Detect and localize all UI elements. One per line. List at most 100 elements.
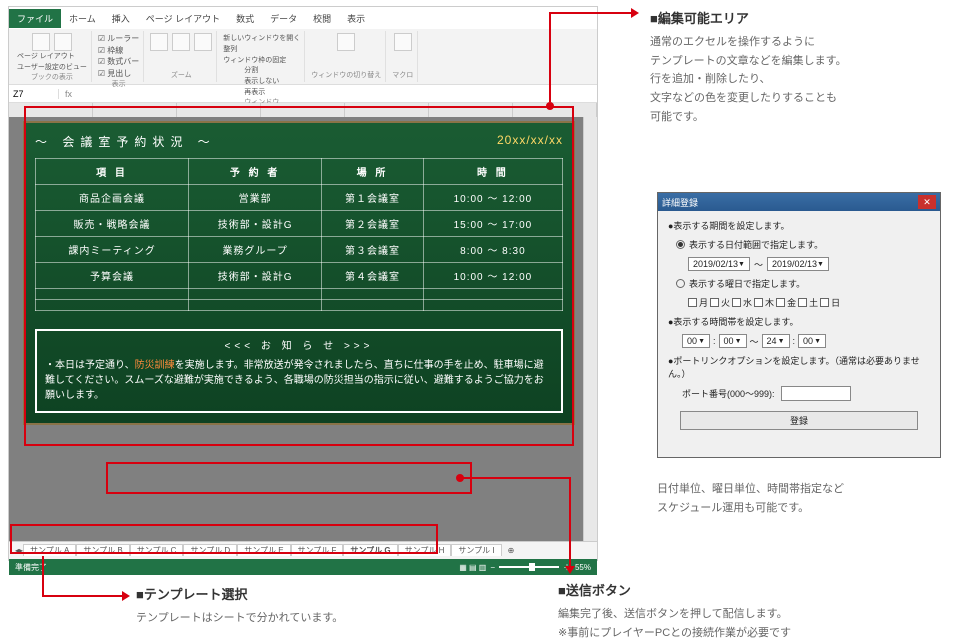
table-cell[interactable] bbox=[189, 300, 322, 311]
tab-data[interactable]: データ bbox=[262, 9, 305, 28]
sheet-tab[interactable]: サンプル G bbox=[343, 544, 397, 556]
sheet-tab[interactable]: サンプル H bbox=[398, 544, 452, 556]
zoom-icon[interactable] bbox=[150, 33, 168, 51]
date-from-combo[interactable]: 2019/02/13▼ bbox=[688, 257, 750, 271]
board-title[interactable]: ～ 会議室予約状況 ～ bbox=[35, 133, 216, 150]
table-cell[interactable]: 技術部・設計G bbox=[189, 263, 322, 289]
table-row[interactable] bbox=[36, 300, 563, 311]
tab-formulas[interactable]: 数式 bbox=[228, 9, 262, 28]
tab-pagelayout[interactable]: ページ レイアウト bbox=[138, 9, 228, 28]
arrange[interactable]: 整列 bbox=[223, 44, 300, 54]
weekday-checkbox[interactable]: 木 bbox=[754, 296, 774, 309]
view-pagebreak-icon[interactable] bbox=[54, 33, 72, 51]
view-normal-icon[interactable] bbox=[32, 33, 50, 51]
sheet-tab[interactable]: サンプル A bbox=[23, 544, 76, 556]
zoom-out-icon[interactable]: − bbox=[490, 563, 495, 572]
ribbon: ページ レイアウト ユーザー設定のビュー ブックの表示 ☑ ルーラー ☑ 枠線 … bbox=[9, 29, 597, 85]
table-cell[interactable]: 技術部・設計G bbox=[189, 211, 322, 237]
add-sheet-icon[interactable]: ⊕ bbox=[502, 546, 521, 555]
tab-review[interactable]: 校閲 bbox=[305, 9, 339, 28]
close-icon[interactable]: ✕ bbox=[918, 195, 936, 209]
table-cell[interactable]: 第１会議室 bbox=[322, 185, 424, 211]
table-cell[interactable]: 課内ミーティング bbox=[36, 237, 189, 263]
formulabar-checkbox[interactable]: ☑ 数式バー bbox=[98, 56, 139, 67]
table-cell[interactable] bbox=[322, 300, 424, 311]
headings-checkbox[interactable]: ☑ 見出し bbox=[98, 68, 139, 79]
time-from-m[interactable]: 00▼ bbox=[719, 334, 747, 348]
table-row[interactable]: 販売・戦略会議技術部・設計G第２会議室15:00 ～ 17:00 bbox=[36, 211, 563, 237]
port-input[interactable] bbox=[781, 386, 851, 401]
tab-home[interactable]: ホーム bbox=[61, 9, 104, 28]
table-cell[interactable]: 業務グループ bbox=[189, 237, 322, 263]
switch-windows-icon[interactable] bbox=[337, 33, 355, 51]
table-cell[interactable]: 第３会議室 bbox=[322, 237, 424, 263]
radio-date-range[interactable] bbox=[676, 240, 685, 249]
namebox[interactable]: Z7 bbox=[9, 89, 59, 99]
ruler-checkbox[interactable]: ☑ ルーラー bbox=[98, 33, 139, 44]
table-cell[interactable] bbox=[189, 289, 322, 300]
freeze[interactable]: ウィンドウ枠の固定 bbox=[223, 55, 300, 65]
radio-weekdays[interactable] bbox=[676, 279, 685, 288]
table-cell[interactable]: 商品企画会議 bbox=[36, 185, 189, 211]
table-cell[interactable] bbox=[36, 300, 189, 311]
weekday-checkbox[interactable]: 金 bbox=[776, 296, 796, 309]
th-place: 場 所 bbox=[322, 159, 424, 185]
view-buttons-icon[interactable]: ▦ ▤ ▥ bbox=[459, 563, 486, 572]
register-button[interactable]: 登録 bbox=[680, 411, 918, 430]
tab-insert[interactable]: 挿入 bbox=[104, 9, 138, 28]
zoom100-icon[interactable] bbox=[172, 33, 190, 51]
macro-icon[interactable] bbox=[394, 33, 412, 51]
zoom-slider[interactable] bbox=[499, 566, 559, 568]
sheet-tab[interactable]: サンプル B bbox=[76, 544, 129, 556]
chevron-down-icon: ▼ bbox=[778, 338, 785, 345]
table-cell[interactable] bbox=[423, 289, 562, 300]
sheet-tab[interactable]: サンプル F bbox=[291, 544, 344, 556]
weekday-checkbox[interactable]: 土 bbox=[798, 296, 818, 309]
sheet-tab[interactable]: サンプル I bbox=[451, 544, 501, 556]
table-cell[interactable]: 8:00 ～ 8:30 bbox=[423, 237, 562, 263]
ribbon-customview[interactable]: ユーザー設定のビュー bbox=[17, 62, 87, 72]
table-cell[interactable]: 予算会議 bbox=[36, 263, 189, 289]
table-row[interactable]: 予算会議技術部・設計G第４会議室10:00 ～ 12:00 bbox=[36, 263, 563, 289]
notice-box[interactable]: <<< お 知 ら せ >>> ・本日は予定通り、防災訓練を実施します。非常放送… bbox=[35, 329, 563, 413]
reservation-table[interactable]: 項 目 予 約 者 場 所 時 間 商品企画会議営業部第１会議室10:00 ～ … bbox=[35, 158, 563, 311]
table-cell[interactable]: 10:00 ～ 12:00 bbox=[423, 185, 562, 211]
time-to-h[interactable]: 24▼ bbox=[762, 334, 790, 348]
weekday-checkbox[interactable]: 月 bbox=[688, 296, 708, 309]
table-cell[interactable]: 営業部 bbox=[189, 185, 322, 211]
ribbon-pagelayout[interactable]: ページ レイアウト bbox=[17, 51, 87, 61]
sheet-tab[interactable]: サンプル E bbox=[237, 544, 290, 556]
time-to-m[interactable]: 00▼ bbox=[798, 334, 826, 348]
unhide[interactable]: 再表示 bbox=[244, 87, 279, 97]
table-row[interactable] bbox=[36, 289, 563, 300]
table-cell[interactable]: 販売・戦略会議 bbox=[36, 211, 189, 237]
sheet-tab[interactable]: サンプル D bbox=[183, 544, 237, 556]
hide[interactable]: 表示しない bbox=[244, 76, 279, 86]
board-date[interactable]: 20xx/xx/xx bbox=[497, 133, 563, 150]
weekday-checkbox[interactable]: 火 bbox=[710, 296, 730, 309]
table-row[interactable]: 課内ミーティング業務グループ第３会議室8:00 ～ 8:30 bbox=[36, 237, 563, 263]
fx-icon[interactable]: fx bbox=[59, 89, 78, 99]
radio-label: 表示する曜日で指定します。 bbox=[689, 277, 805, 290]
table-row[interactable]: 商品企画会議営業部第１会議室10:00 ～ 12:00 bbox=[36, 185, 563, 211]
weekday-checkbox[interactable]: 日 bbox=[820, 296, 840, 309]
table-cell[interactable] bbox=[423, 300, 562, 311]
time-from-h[interactable]: 00▼ bbox=[682, 334, 710, 348]
new-window[interactable]: 新しいウィンドウを開く bbox=[223, 33, 300, 43]
table-cell[interactable]: 第４会議室 bbox=[322, 263, 424, 289]
tab-view[interactable]: 表示 bbox=[339, 9, 373, 28]
table-cell[interactable]: 15:00 ～ 17:00 bbox=[423, 211, 562, 237]
callout-heading: ■編集可能エリア bbox=[650, 8, 940, 27]
sheet-tab[interactable]: サンプル C bbox=[130, 544, 184, 556]
table-cell[interactable] bbox=[322, 289, 424, 300]
gridlines-checkbox[interactable]: ☑ 枠線 bbox=[98, 45, 139, 56]
table-cell[interactable]: 10:00 ～ 12:00 bbox=[423, 263, 562, 289]
date-to-combo[interactable]: 2019/02/13▼ bbox=[767, 257, 829, 271]
weekday-checkbox[interactable]: 水 bbox=[732, 296, 752, 309]
zoom-selection-icon[interactable] bbox=[194, 33, 212, 51]
table-cell[interactable] bbox=[36, 289, 189, 300]
tab-file[interactable]: ファイル bbox=[9, 9, 61, 28]
table-cell[interactable]: 第２会議室 bbox=[322, 211, 424, 237]
vertical-scrollbar[interactable] bbox=[583, 117, 597, 541]
split[interactable]: 分割 bbox=[244, 65, 279, 75]
